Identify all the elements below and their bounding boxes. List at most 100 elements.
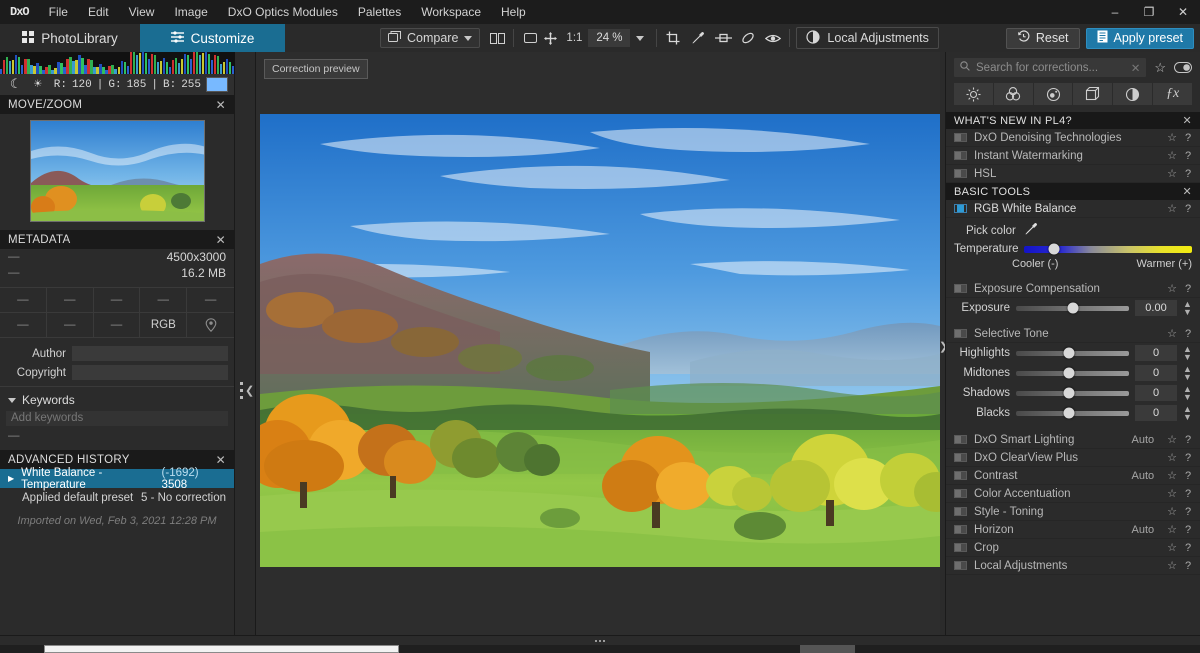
- tab-color[interactable]: [994, 83, 1034, 105]
- keywords-input[interactable]: Add keywords: [6, 411, 228, 426]
- exposure-slider-row[interactable]: Exposure 0.00 ▲▼: [946, 298, 1200, 318]
- sun-icon[interactable]: ☀: [30, 77, 46, 92]
- split-view-icon[interactable]: [487, 28, 507, 48]
- bottom-splitter[interactable]: [0, 635, 1200, 645]
- menu-edit[interactable]: Edit: [78, 0, 119, 24]
- horizon-icon[interactable]: [713, 28, 733, 48]
- star-icon[interactable]: ☆: [1167, 487, 1177, 500]
- auto-label[interactable]: Auto: [1131, 470, 1154, 482]
- fit-to-window-icon[interactable]: [520, 28, 540, 48]
- advanced-history-close-icon[interactable]: ✕: [216, 453, 226, 467]
- close-button[interactable]: ✕: [1166, 0, 1200, 24]
- search-input[interactable]: Search for corrections... ✕: [954, 58, 1146, 77]
- star-icon[interactable]: ☆: [1167, 523, 1177, 536]
- toggle-icon[interactable]: [954, 435, 967, 444]
- help-icon[interactable]: ?: [1184, 524, 1192, 536]
- help-icon[interactable]: ?: [1184, 470, 1192, 482]
- star-icon[interactable]: ☆: [1167, 559, 1177, 572]
- auto-label[interactable]: Auto: [1131, 524, 1154, 536]
- help-icon[interactable]: ?: [1184, 328, 1192, 340]
- local-adjustments-button[interactable]: Local Adjustments: [796, 27, 938, 49]
- tab-geometry[interactable]: [1073, 83, 1113, 105]
- restore-button[interactable]: ❐: [1132, 0, 1166, 24]
- chevron-left-icon[interactable]: ❮: [245, 384, 254, 397]
- shadows-slider-row[interactable]: Shadows 0 ▲▼: [946, 383, 1200, 403]
- left-splitter-grip[interactable]: ❮: [240, 382, 254, 399]
- tool-row-crop[interactable]: Crop ☆ ?: [946, 539, 1200, 557]
- toggle-icon[interactable]: [954, 204, 967, 213]
- highlights-value[interactable]: 0: [1135, 345, 1177, 361]
- tool-row-local-adjustments[interactable]: Local Adjustments ☆ ?: [946, 557, 1200, 575]
- exposure-value[interactable]: 0.00: [1135, 300, 1177, 316]
- tool-row-contrast[interactable]: Contrast Auto ☆ ?: [946, 467, 1200, 485]
- menu-dxo-optics-modules[interactable]: DxO Optics Modules: [218, 0, 348, 24]
- star-icon[interactable]: ☆: [1167, 469, 1177, 482]
- menu-palettes[interactable]: Palettes: [348, 0, 411, 24]
- help-icon[interactable]: ?: [1184, 203, 1192, 215]
- star-icon[interactable]: ☆: [1167, 167, 1177, 180]
- blacks-stepper[interactable]: ▲▼: [1183, 405, 1192, 421]
- eyedropper-icon[interactable]: [1024, 222, 1038, 239]
- tool-row-hsl[interactable]: HSL ☆ ?: [946, 165, 1200, 183]
- help-icon[interactable]: ?: [1184, 560, 1192, 572]
- temperature-knob[interactable]: [1049, 244, 1060, 255]
- highlights-slider-row[interactable]: Highlights 0 ▲▼: [946, 343, 1200, 363]
- history-item[interactable]: Applied default preset 5 - No correction: [0, 488, 234, 507]
- star-icon[interactable]: ☆: [1167, 541, 1177, 554]
- auto-label[interactable]: Auto: [1131, 434, 1154, 446]
- move-zoom-close-icon[interactable]: ✕: [216, 98, 226, 112]
- tool-row-instant-watermarking[interactable]: Instant Watermarking ☆ ?: [946, 147, 1200, 165]
- blacks-slider[interactable]: [1016, 411, 1129, 416]
- toggle-icon[interactable]: [954, 543, 967, 552]
- temperature-slider[interactable]: [1024, 246, 1192, 253]
- tool-row-style-toning[interactable]: Style - Toning ☆ ?: [946, 503, 1200, 521]
- highlights-stepper[interactable]: ▲▼: [1183, 345, 1192, 361]
- history-item[interactable]: ▶ White Balance - Temperature (-1692) 35…: [0, 469, 234, 488]
- tool-row-selective-tone[interactable]: Selective Tone ☆ ?: [946, 325, 1200, 343]
- tab-effects[interactable]: ƒx: [1153, 83, 1192, 105]
- chevron-down-icon[interactable]: [464, 36, 472, 41]
- compare-button[interactable]: Compare: [380, 28, 480, 48]
- toggle-icon[interactable]: [954, 561, 967, 570]
- tool-row-rgb-white-balance[interactable]: RGB White Balance ☆ ?: [946, 200, 1200, 218]
- help-icon[interactable]: ?: [1184, 488, 1192, 500]
- star-icon[interactable]: ☆: [1167, 131, 1177, 144]
- star-icon[interactable]: ☆: [1167, 451, 1177, 464]
- left-splitter[interactable]: ❮: [235, 52, 256, 635]
- help-icon[interactable]: ?: [1184, 452, 1192, 464]
- zoom-dropdown-icon[interactable]: [630, 28, 650, 48]
- highlights-slider[interactable]: [1016, 351, 1129, 356]
- filmstrip[interactable]: [0, 645, 1200, 653]
- tab-photolibrary[interactable]: PhotoLibrary: [0, 24, 140, 52]
- midtones-slider-row[interactable]: Midtones 0 ▲▼: [946, 363, 1200, 383]
- zoom-value[interactable]: 24 %: [588, 29, 630, 47]
- star-icon[interactable]: ☆: [1167, 327, 1177, 340]
- copyright-field[interactable]: [72, 365, 228, 380]
- shadows-knob[interactable]: [1064, 388, 1075, 399]
- zoom-ratio-label[interactable]: 1:1: [560, 32, 588, 44]
- toggle-icon[interactable]: [1174, 62, 1192, 73]
- star-icon[interactable]: ☆: [1154, 60, 1166, 76]
- crop-icon[interactable]: [663, 28, 683, 48]
- toggle-icon[interactable]: [954, 151, 967, 160]
- shadows-stepper[interactable]: ▲▼: [1183, 385, 1192, 401]
- tool-row-exposure-compensation[interactable]: Exposure Compensation ☆ ?: [946, 280, 1200, 298]
- toggle-icon[interactable]: [954, 525, 967, 534]
- eyedropper-icon[interactable]: [688, 28, 708, 48]
- help-icon[interactable]: ?: [1184, 168, 1192, 180]
- tool-row-color-accentuation[interactable]: Color Accentuation ☆ ?: [946, 485, 1200, 503]
- navigator-thumbnail[interactable]: [30, 120, 205, 222]
- star-icon[interactable]: ☆: [1167, 282, 1177, 295]
- tab-light[interactable]: [954, 83, 994, 105]
- section-close-icon[interactable]: ✕: [1182, 185, 1192, 198]
- toggle-icon[interactable]: [954, 284, 967, 293]
- chevron-down-icon[interactable]: [8, 398, 16, 403]
- midtones-slider[interactable]: [1016, 371, 1129, 376]
- help-icon[interactable]: ?: [1184, 132, 1192, 144]
- star-icon[interactable]: ☆: [1167, 433, 1177, 446]
- tool-row-dxo-smart-lighting[interactable]: DxO Smart Lighting Auto ☆ ?: [946, 431, 1200, 449]
- help-icon[interactable]: ?: [1184, 434, 1192, 446]
- toggle-icon[interactable]: [954, 489, 967, 498]
- toggle-icon[interactable]: [954, 471, 967, 480]
- midtones-stepper[interactable]: ▲▼: [1183, 365, 1192, 381]
